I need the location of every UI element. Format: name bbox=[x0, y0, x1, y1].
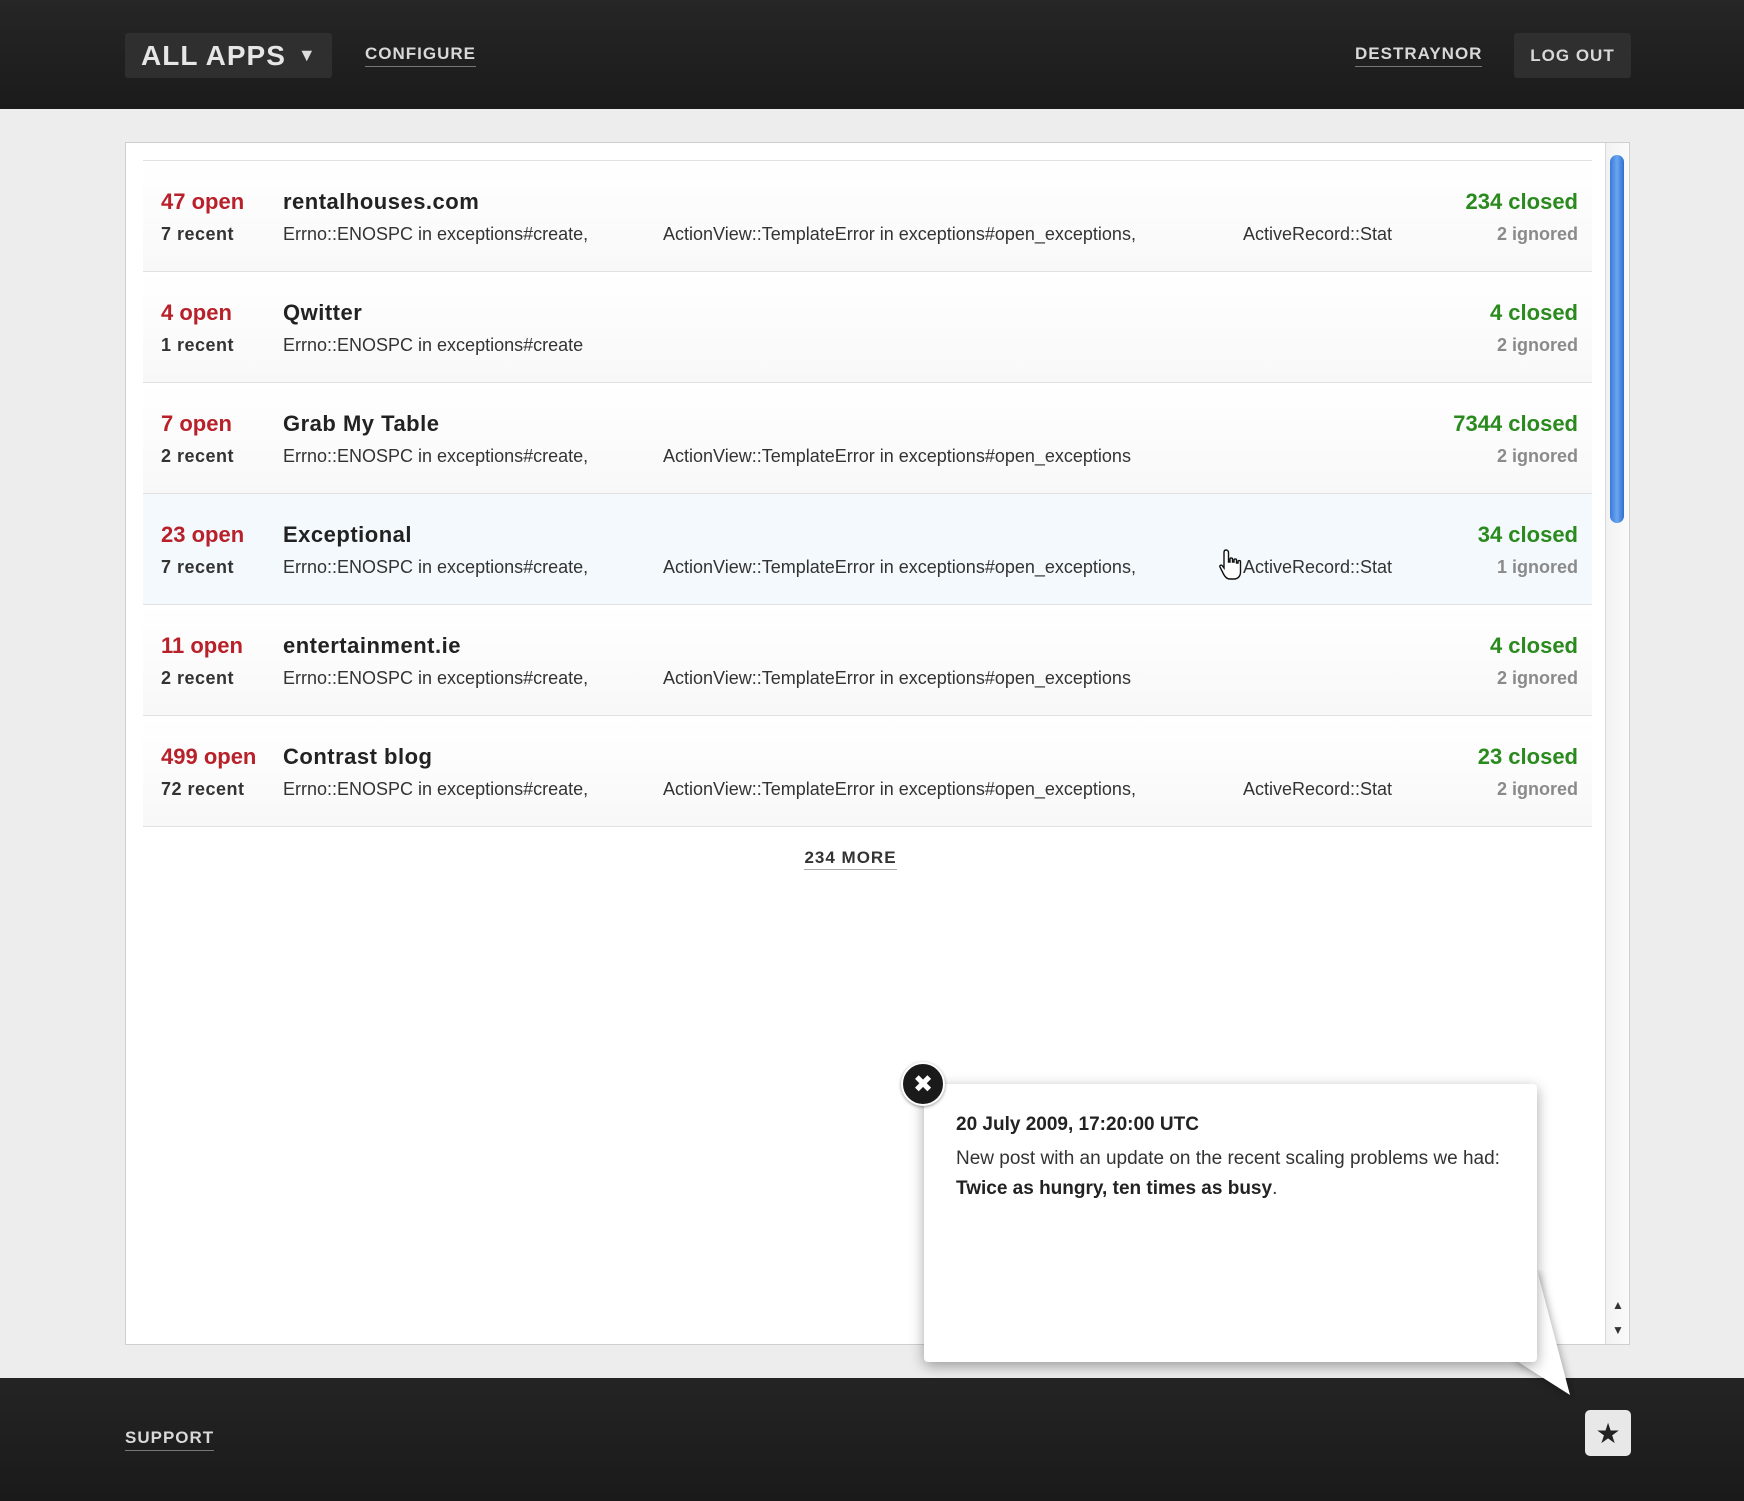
closed-count[interactable]: 23 closed bbox=[1478, 744, 1578, 770]
recent-errors: Errno::ENOSPC in exceptions#create, Actio… bbox=[283, 779, 1423, 800]
closed-count[interactable]: 7344 closed bbox=[1453, 411, 1578, 437]
recent-count: 72 recent bbox=[161, 779, 245, 799]
logout-button[interactable]: LOG OUT bbox=[1514, 33, 1631, 78]
app-list: 47 open7 recent rentalhouses.comErrno::EN… bbox=[143, 160, 1592, 827]
error-item[interactable]: Errno::ENOSPC in exceptions#create, bbox=[283, 446, 663, 467]
closed-count[interactable]: 4 closed bbox=[1490, 633, 1578, 659]
recent-count: 1 recent bbox=[161, 335, 235, 355]
error-item[interactable]: Errno::ENOSPC in exceptions#create, bbox=[283, 557, 663, 578]
configure-link[interactable]: CONFIGURE bbox=[365, 44, 476, 67]
error-item[interactable]: ActionView::TemplateError in exceptions#… bbox=[663, 224, 1243, 245]
recent-count: 2 recent bbox=[161, 446, 235, 466]
ignored-count[interactable]: 2 ignored bbox=[1497, 668, 1578, 689]
popup-text-before: New post with an update on the recent sc… bbox=[956, 1148, 1500, 1169]
open-count[interactable]: 23 open bbox=[161, 522, 244, 548]
open-count[interactable]: 4 open bbox=[161, 300, 232, 326]
news-popup: 20 July 2009, 17:20:00 UTC New post with… bbox=[924, 1084, 1537, 1362]
closed-count[interactable]: 34 closed bbox=[1478, 522, 1578, 548]
app-row[interactable]: 11 open2 recent entertainment.ieErrno::EN… bbox=[143, 604, 1592, 715]
error-item[interactable]: Errno::ENOSPC in exceptions#create, bbox=[283, 224, 663, 245]
popup-post-link[interactable]: Twice as hungry, ten times as busy bbox=[956, 1178, 1272, 1199]
ignored-count[interactable]: 2 ignored bbox=[1497, 335, 1578, 356]
app-name-link[interactable]: Exceptional bbox=[283, 522, 412, 548]
scroll-up-arrow-icon[interactable]: ▲ bbox=[1612, 1298, 1624, 1312]
error-item[interactable]: ActiveRecord::Stat bbox=[1243, 557, 1392, 578]
error-item[interactable]: ActiveRecord::Stat bbox=[1243, 779, 1392, 800]
app-name-link[interactable]: rentalhouses.com bbox=[283, 189, 479, 215]
closed-count[interactable]: 4 closed bbox=[1490, 300, 1578, 326]
footer-bar: SUPPORT ★ bbox=[0, 1378, 1744, 1501]
popup-message: New post with an update on the recent sc… bbox=[956, 1144, 1516, 1204]
recent-errors: Errno::ENOSPC in exceptions#create, Actio… bbox=[283, 668, 1423, 689]
recent-errors: Errno::ENOSPC in exceptions#create, Actio… bbox=[283, 224, 1423, 245]
user-link[interactable]: DESTRAYNOR bbox=[1355, 44, 1483, 67]
app-name-link[interactable]: Contrast blog bbox=[283, 744, 433, 770]
recent-errors: Errno::ENOSPC in exceptions#create bbox=[283, 335, 1423, 356]
caret-down-icon: ▼ bbox=[297, 45, 317, 65]
popup-text-after: . bbox=[1272, 1178, 1278, 1199]
recent-count: 7 recent bbox=[161, 557, 235, 577]
ignored-count[interactable]: 1 ignored bbox=[1497, 557, 1578, 578]
more-container: 234 MORE bbox=[126, 848, 1575, 870]
error-item[interactable]: Errno::ENOSPC in exceptions#create, bbox=[283, 668, 663, 689]
top-bar: ALL APPS ▼ CONFIGURE DESTRAYNOR LOG OUT bbox=[0, 0, 1744, 109]
open-count[interactable]: 11 open bbox=[161, 633, 243, 659]
ignored-count[interactable]: 2 ignored bbox=[1497, 446, 1578, 467]
app-name-link[interactable]: entertainment.ie bbox=[283, 633, 461, 659]
ignored-count[interactable]: 2 ignored bbox=[1497, 224, 1578, 245]
ignored-count[interactable]: 2 ignored bbox=[1497, 779, 1578, 800]
app-row[interactable]: 23 open7 recent ExceptionalErrno::ENOSPC … bbox=[143, 493, 1592, 604]
more-link[interactable]: 234 MORE bbox=[804, 848, 897, 870]
all-apps-label: ALL APPS bbox=[141, 39, 286, 71]
app-row[interactable]: 499 open72 recent Contrast blogErrno::ENO… bbox=[143, 715, 1592, 827]
app-name-link[interactable]: Grab My Table bbox=[283, 411, 439, 437]
hand-cursor-icon bbox=[1219, 549, 1242, 580]
popup-date: 20 July 2009, 17:20:00 UTC bbox=[956, 1114, 1199, 1135]
open-count[interactable]: 499 open bbox=[161, 744, 256, 770]
recent-errors: Errno::ENOSPC in exceptions#create, Actio… bbox=[283, 557, 1423, 578]
star-icon[interactable]: ★ bbox=[1585, 1410, 1631, 1456]
error-item[interactable]: ActiveRecord::Stat bbox=[1243, 224, 1392, 245]
recent-count: 2 recent bbox=[161, 668, 235, 688]
closed-count[interactable]: 234 closed bbox=[1465, 189, 1578, 215]
recent-errors: Errno::ENOSPC in exceptions#create, Actio… bbox=[283, 446, 1423, 467]
app-row[interactable]: 7 open2 recent Grab My TableErrno::ENOSPC… bbox=[143, 382, 1592, 493]
error-item[interactable]: ActionView::TemplateError in exceptions#… bbox=[663, 779, 1243, 800]
support-link[interactable]: SUPPORT bbox=[125, 1428, 215, 1451]
scroll-down-arrow-icon[interactable]: ▼ bbox=[1612, 1323, 1624, 1337]
app-row[interactable]: 4 open1 recent QwitterErrno::ENOSPC in ex… bbox=[143, 271, 1592, 382]
error-item[interactable]: ActionView::TemplateError in exceptions#… bbox=[663, 668, 1243, 689]
open-count[interactable]: 7 open bbox=[161, 411, 232, 437]
scrollbar-thumb[interactable] bbox=[1610, 155, 1624, 523]
error-item[interactable]: Errno::ENOSPC in exceptions#create, bbox=[283, 779, 663, 800]
error-item[interactable]: Errno::ENOSPC in exceptions#create bbox=[283, 335, 663, 356]
error-item[interactable]: ActionView::TemplateError in exceptions#… bbox=[663, 557, 1243, 578]
app-row[interactable]: 47 open7 recent rentalhouses.comErrno::EN… bbox=[143, 160, 1592, 271]
scrollbar[interactable]: ▲ ▼ bbox=[1605, 143, 1629, 1344]
open-count[interactable]: 47 open bbox=[161, 189, 244, 215]
all-apps-dropdown[interactable]: ALL APPS ▼ bbox=[125, 33, 332, 78]
close-icon[interactable]: ✖ bbox=[901, 1062, 945, 1106]
app-name-link[interactable]: Qwitter bbox=[283, 300, 362, 326]
error-item[interactable]: ActionView::TemplateError in exceptions#… bbox=[663, 446, 1243, 467]
recent-count: 7 recent bbox=[161, 224, 235, 244]
